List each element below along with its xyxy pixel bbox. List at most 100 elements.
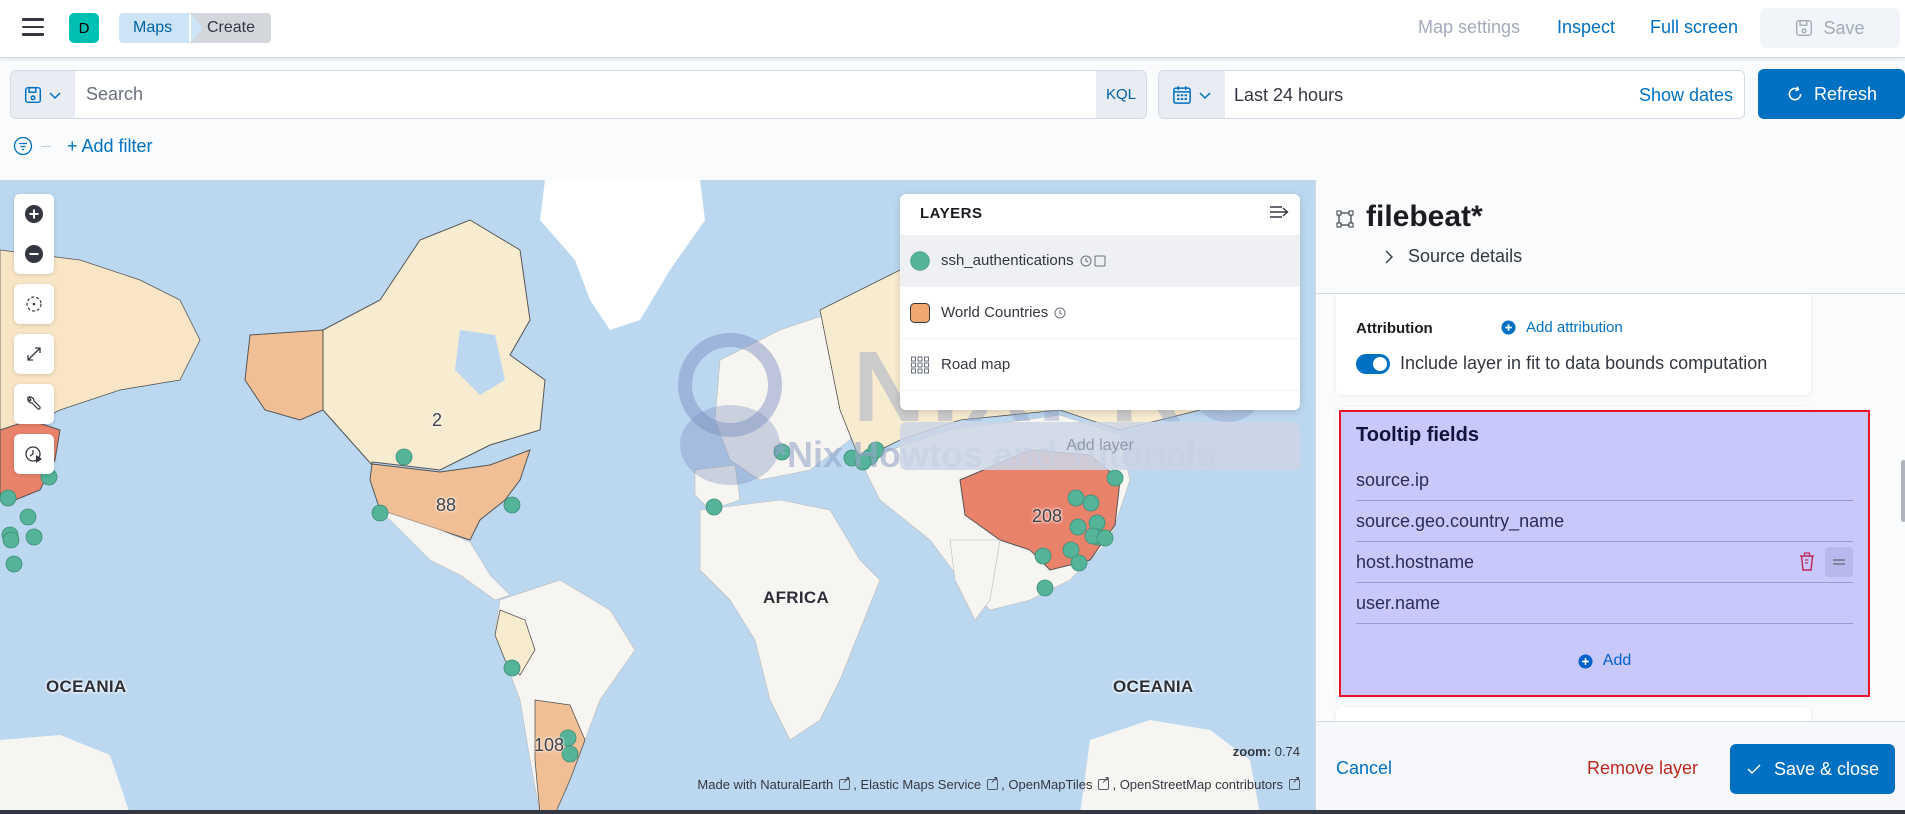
map-point-marker[interactable] bbox=[1106, 469, 1124, 487]
breadcrumb-create-label: Create bbox=[207, 19, 256, 36]
map-point-marker[interactable] bbox=[503, 496, 521, 514]
map-point-marker[interactable] bbox=[854, 453, 872, 471]
refresh-label: Refresh bbox=[1813, 83, 1878, 104]
tooltip-field-row[interactable]: host.hostname bbox=[1356, 542, 1853, 583]
hamburger-icon[interactable] bbox=[22, 18, 44, 36]
attribution-link[interactable]: Made with NaturalEarth bbox=[697, 777, 833, 792]
drag-handle[interactable] bbox=[1825, 547, 1853, 577]
save-button[interactable]: Save bbox=[1760, 8, 1900, 48]
calendar-icon bbox=[1173, 85, 1191, 104]
alaska-shape bbox=[244, 329, 324, 421]
saved-query-button[interactable] bbox=[11, 71, 75, 118]
zoom-readout: zoom: 0.74 bbox=[1233, 744, 1300, 759]
external-link-icon bbox=[987, 775, 999, 790]
add-tooltip-field-button[interactable]: Add bbox=[1341, 652, 1868, 670]
save-icon bbox=[1796, 20, 1813, 36]
map-point-marker[interactable] bbox=[395, 448, 413, 466]
refresh-icon bbox=[1788, 86, 1802, 101]
collapse-panel-button[interactable] bbox=[1268, 203, 1290, 226]
breadcrumb-maps[interactable]: Maps bbox=[119, 13, 203, 43]
greenland-shape bbox=[540, 180, 705, 330]
map-point-marker[interactable] bbox=[1096, 529, 1114, 547]
space-avatar[interactable]: D bbox=[69, 13, 99, 43]
clock-play-icon bbox=[25, 446, 42, 463]
remove-field-button[interactable] bbox=[1793, 547, 1821, 577]
zoom-out-button[interactable] bbox=[14, 234, 54, 274]
map-point-marker[interactable] bbox=[2, 531, 20, 549]
layer-row-ssh-authentications[interactable]: ssh_authentications bbox=[900, 235, 1300, 287]
search-input[interactable] bbox=[75, 71, 1075, 118]
map-point-marker[interactable] bbox=[503, 659, 521, 677]
inspect-link[interactable]: Inspect bbox=[1557, 17, 1615, 38]
zoom-out-icon bbox=[25, 245, 43, 263]
tooltip-fields-card: Tooltip fields source.ip source.geo.coun… bbox=[1336, 407, 1870, 697]
map-attribution: Made with NaturalEarth, Elastic Maps Ser… bbox=[697, 775, 1303, 792]
map-point-marker[interactable] bbox=[867, 441, 885, 459]
add-filter-button[interactable]: + Add filter bbox=[67, 136, 153, 157]
cancel-button[interactable]: Cancel bbox=[1336, 758, 1392, 779]
source-details-toggle[interactable]: Source details bbox=[1384, 246, 1522, 267]
attribution-link[interactable]: OpenMapTiles bbox=[1008, 777, 1092, 792]
layers-title: LAYERS bbox=[920, 205, 983, 222]
tooltip-field-row[interactable]: user.name bbox=[1356, 583, 1853, 624]
check-icon bbox=[1747, 764, 1761, 775]
add-tooltip-field-label: Add bbox=[1602, 652, 1632, 669]
map-point-marker[interactable] bbox=[0, 489, 17, 507]
grid-swatch-icon bbox=[911, 356, 929, 373]
attribution-link[interactable]: Elastic Maps Service bbox=[861, 777, 982, 792]
map-point-marker[interactable] bbox=[1067, 489, 1085, 507]
refresh-button[interactable]: Refresh bbox=[1758, 69, 1905, 119]
square-swatch-icon bbox=[910, 302, 930, 323]
save-label: Save bbox=[1823, 17, 1865, 38]
remove-layer-button[interactable]: Remove layer bbox=[1587, 758, 1698, 779]
date-range-label[interactable]: Last 24 hours bbox=[1234, 85, 1343, 106]
save-and-close-button[interactable]: Save & close bbox=[1730, 744, 1895, 794]
australia-shape bbox=[1080, 720, 1260, 814]
external-link-icon bbox=[1289, 775, 1300, 790]
map-point-marker[interactable] bbox=[561, 745, 579, 763]
external-link-icon bbox=[839, 775, 851, 790]
country-count-label: 108 bbox=[534, 735, 565, 755]
show-dates-link[interactable]: Show dates bbox=[1639, 85, 1733, 106]
collapse-panel-icon bbox=[1270, 206, 1289, 218]
set-view-button[interactable] bbox=[14, 284, 54, 324]
query-language-button[interactable]: KQL bbox=[1096, 71, 1146, 118]
crosshair-icon bbox=[26, 296, 42, 312]
tooltip-field-row[interactable]: source.geo.country_name bbox=[1356, 501, 1853, 542]
tooltip-field-row[interactable]: source.ip bbox=[1356, 460, 1853, 501]
map-point-marker[interactable] bbox=[1036, 579, 1054, 597]
map-point-marker[interactable] bbox=[371, 504, 389, 522]
zoom-controls bbox=[14, 194, 54, 274]
map-point-marker[interactable] bbox=[705, 498, 723, 516]
scrollbar-thumb[interactable] bbox=[1901, 460, 1905, 522]
map-point-marker[interactable] bbox=[5, 555, 23, 573]
filter-icon[interactable] bbox=[13, 136, 33, 156]
plus-circle-icon bbox=[1501, 320, 1516, 335]
tooltip-field-name: source.geo.country_name bbox=[1356, 510, 1565, 531]
save-and-close-label: Save & close bbox=[1773, 758, 1880, 779]
fit-to-data-button[interactable] bbox=[14, 334, 54, 374]
map-settings-link[interactable]: Map settings bbox=[1418, 17, 1520, 38]
layer-row-road-map[interactable]: Road map bbox=[900, 339, 1300, 391]
map-point-marker[interactable] bbox=[19, 508, 37, 526]
date-quick-menu-button[interactable] bbox=[1159, 71, 1225, 118]
add-attribution-button[interactable]: Add attribution bbox=[1501, 319, 1623, 336]
full-screen-link[interactable]: Full screen bbox=[1650, 17, 1738, 38]
map-point-marker[interactable] bbox=[1034, 547, 1052, 565]
map-point-marker[interactable] bbox=[1069, 518, 1087, 536]
layer-name: ssh_authentications bbox=[941, 252, 1074, 269]
layer-title: filebeat* bbox=[1366, 200, 1483, 233]
add-layer-button[interactable]: Add layer bbox=[900, 422, 1300, 470]
layer-row-world-countries[interactable]: World Countries bbox=[900, 287, 1300, 339]
timeslider-button[interactable] bbox=[14, 434, 54, 474]
tools-button[interactable] bbox=[14, 384, 54, 424]
map-point-marker[interactable] bbox=[773, 443, 791, 461]
layer-editor-body: Attribution Add attribution Include laye… bbox=[1316, 295, 1905, 721]
map-point-marker[interactable] bbox=[25, 528, 43, 546]
map-point-marker[interactable] bbox=[1082, 494, 1100, 512]
grab-icon bbox=[1833, 559, 1845, 565]
zoom-in-button[interactable] bbox=[14, 194, 54, 234]
map-point-marker[interactable] bbox=[1070, 554, 1088, 572]
fit-bounds-toggle[interactable] bbox=[1356, 353, 1390, 374]
attribution-link[interactable]: OpenStreetMap contributors bbox=[1120, 777, 1283, 792]
